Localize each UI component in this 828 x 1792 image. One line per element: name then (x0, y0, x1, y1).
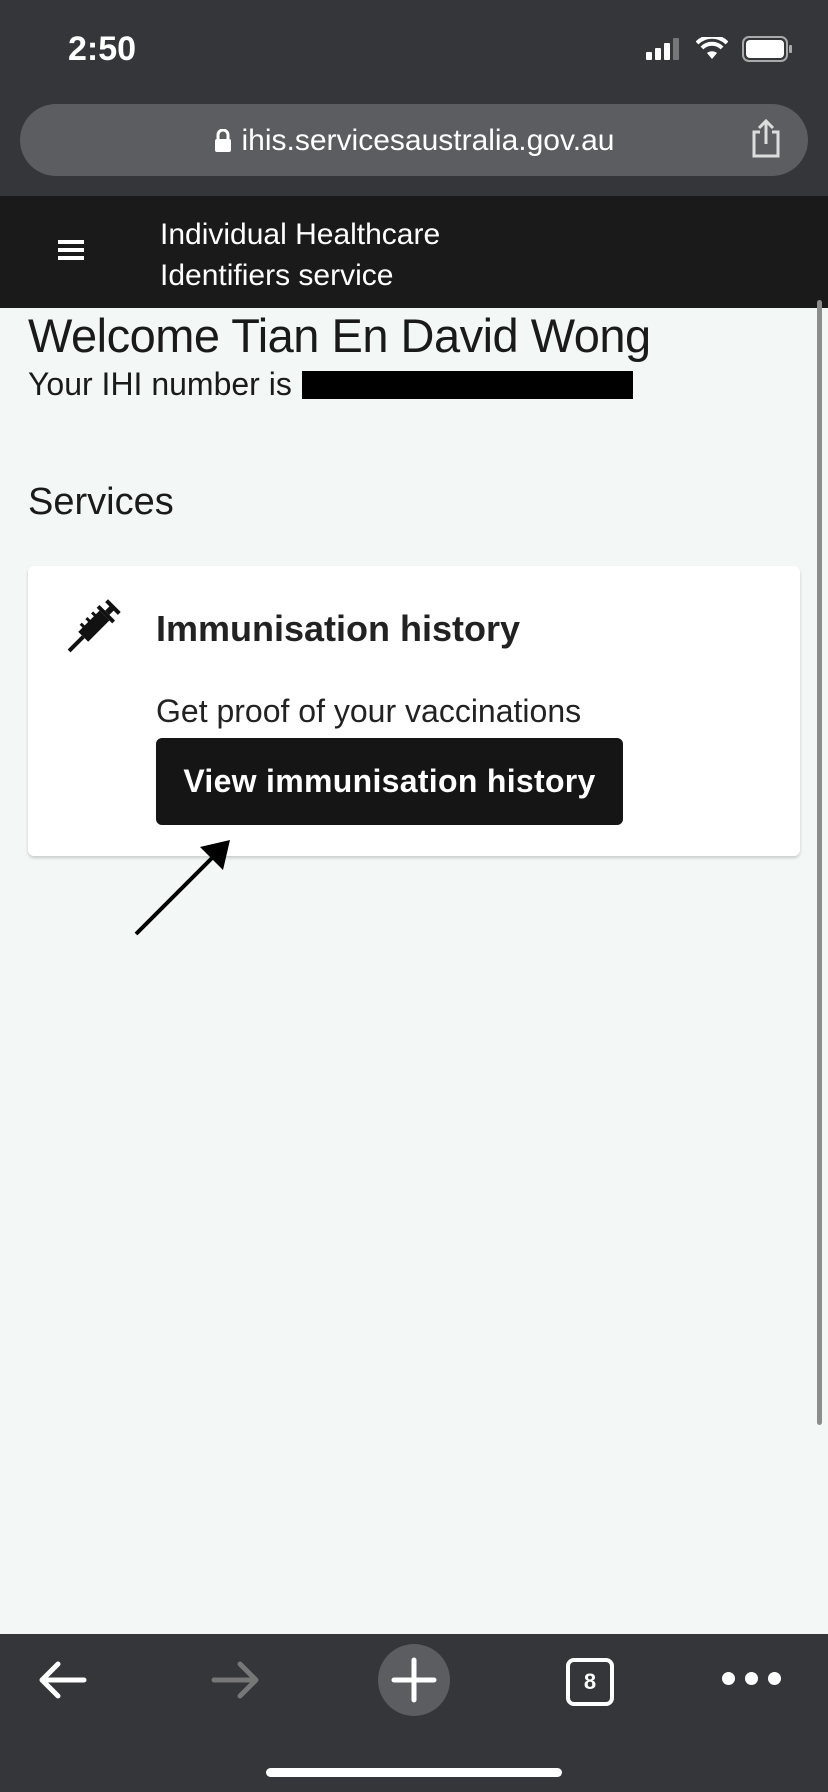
forward-arrow-icon[interactable] (210, 1658, 262, 1702)
url-display[interactable]: ihis.servicesaustralia.gov.au (20, 124, 808, 158)
battery-icon (742, 36, 792, 62)
ihi-redacted-block (301, 370, 633, 399)
scrollbar[interactable] (817, 300, 822, 1425)
tabs-icon[interactable]: 8 (566, 1658, 614, 1706)
wifi-icon (696, 37, 728, 59)
more-dot (722, 1672, 735, 1685)
card-title: Immunisation history (156, 608, 521, 649)
status-bar: 2:50 (0, 0, 828, 97)
back-arrow-icon[interactable] (36, 1658, 88, 1702)
more-icon[interactable] (722, 1672, 781, 1685)
immunisation-card: Immunisation history Get proof of your v… (28, 566, 800, 856)
syringe-icon (67, 599, 121, 653)
browser-bottom-bar: 8 (0, 1634, 828, 1792)
site-header: Individual Healthcare Identifiers servic… (0, 196, 828, 308)
site-title-line1: Individual Healthcare (160, 218, 441, 251)
signal-icon (646, 38, 679, 60)
site-title[interactable]: Individual Healthcare Identifiers servic… (160, 214, 440, 296)
card-description: Get proof of your vaccinations (156, 693, 582, 729)
site-title-line2: Identifiers service (160, 259, 394, 292)
share-icon[interactable] (750, 118, 782, 158)
welcome-heading: Welcome Tian En David Wong (28, 309, 651, 362)
plus-icon (391, 1657, 437, 1703)
ihi-number-line: Your IHI number is (28, 366, 633, 403)
home-indicator (266, 1768, 562, 1777)
services-heading: Services (28, 481, 174, 523)
more-dot (768, 1672, 781, 1685)
more-dot (745, 1672, 758, 1685)
address-bar[interactable]: ihis.servicesaustralia.gov.au (20, 104, 808, 176)
ihi-label: Your IHI number is (28, 366, 292, 402)
annotation-arrow-icon (134, 840, 230, 936)
status-icons (646, 36, 794, 62)
lock-icon (214, 129, 231, 152)
status-time: 2:50 (68, 30, 137, 68)
new-tab-button[interactable] (378, 1644, 450, 1716)
browser-toolbar: ihis.servicesaustralia.gov.au (0, 97, 828, 196)
view-immunisation-history-button[interactable]: View immunisation history (156, 738, 623, 825)
menu-icon[interactable] (58, 238, 86, 262)
url-text: ihis.servicesaustralia.gov.au (241, 124, 615, 157)
